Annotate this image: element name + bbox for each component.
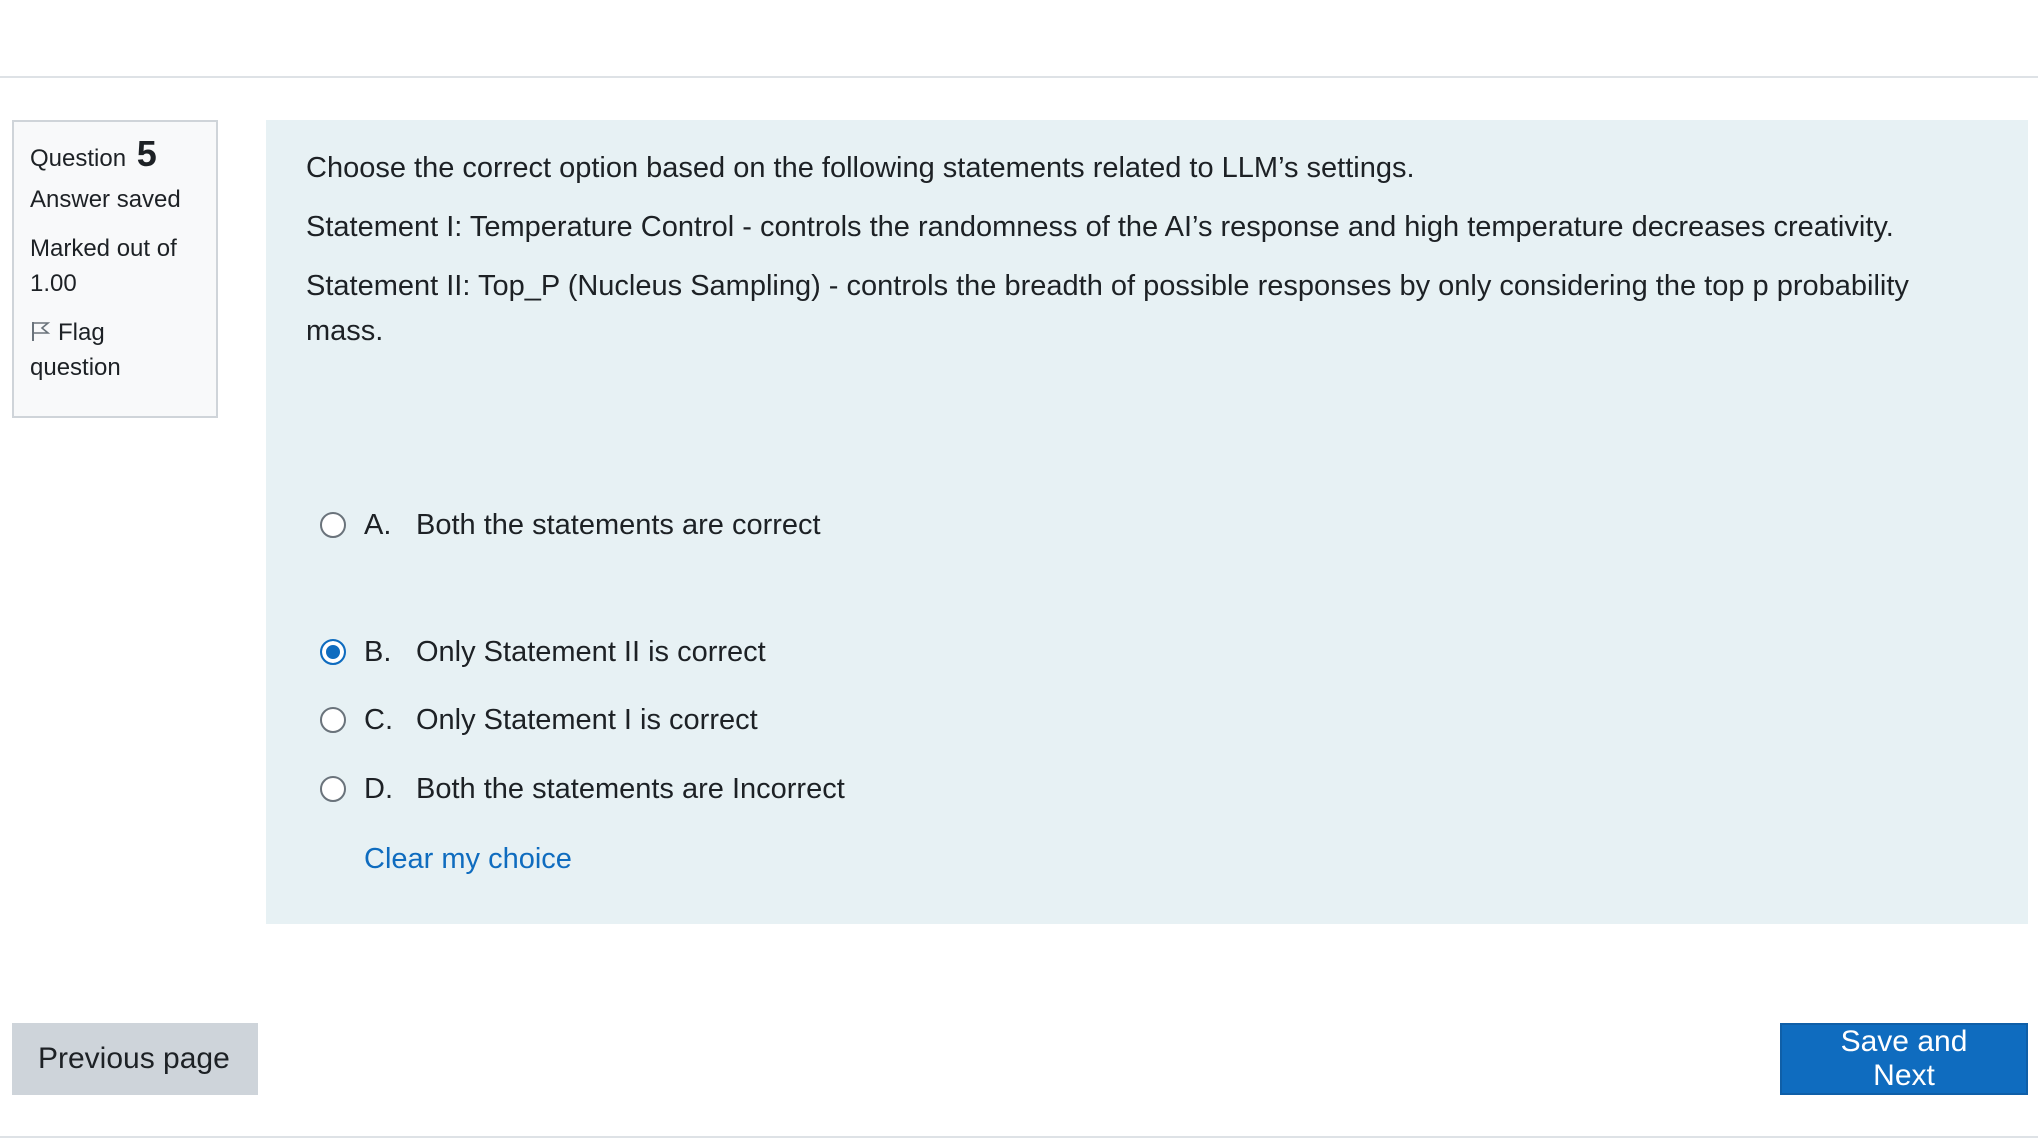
answer-state: Answer saved <box>30 186 181 213</box>
statement-one: Statement I: Temperature Control - contr… <box>306 211 1894 243</box>
option-text: Both the statements are Incorrect <box>416 772 845 805</box>
question-content: Choose the correct option based on the f… <box>266 120 2028 924</box>
save-and-next-button[interactable]: Save and Next <box>1780 1023 2028 1095</box>
option-letter: A. <box>364 508 392 541</box>
answer-option-c[interactable]: C. Only Statement I is correct <box>320 696 758 744</box>
question-prompt: Choose the correct option based on the f… <box>306 152 1415 184</box>
clear-choice-link[interactable]: Clear my choice <box>364 843 572 876</box>
option-letter: D. <box>364 772 393 805</box>
option-letter: B. <box>364 635 392 668</box>
question-number: 5 <box>136 133 157 174</box>
statement-two: Statement II: Top_P (Nucleus Sampling) -… <box>306 270 1909 347</box>
question-text: Choose the correct option based on the f… <box>306 146 1988 354</box>
flag-icon <box>32 322 51 341</box>
question-label: Question <box>30 145 127 172</box>
previous-page-button[interactable]: Previous page <box>12 1023 258 1095</box>
option-text: Only Statement I is correct <box>416 703 758 736</box>
answer-option-d[interactable]: D. Both the statements are Incorrect <box>320 765 845 813</box>
radio-button-d[interactable] <box>320 776 346 802</box>
answer-option-a[interactable]: A. Both the statements are correct <box>320 501 821 549</box>
header-divider <box>0 76 2038 78</box>
option-letter: C. <box>364 703 393 736</box>
radio-button-b[interactable] <box>320 639 346 665</box>
option-text: Only Statement II is correct <box>416 635 766 668</box>
grade-info: Marked out of 1.00 <box>30 235 177 297</box>
radio-button-c[interactable] <box>320 707 346 733</box>
question-number-row: Question 5 <box>30 136 200 176</box>
radio-button-a[interactable] <box>320 512 346 538</box>
footer-divider <box>0 1136 2038 1138</box>
answer-option-b[interactable]: B. Only Statement II is correct <box>320 628 766 676</box>
flag-question-link[interactable]: Flag question <box>30 315 200 385</box>
option-text: Both the statements are correct <box>416 508 821 541</box>
question-info-panel: Question 5 Answer saved Marked out of 1.… <box>12 120 218 418</box>
